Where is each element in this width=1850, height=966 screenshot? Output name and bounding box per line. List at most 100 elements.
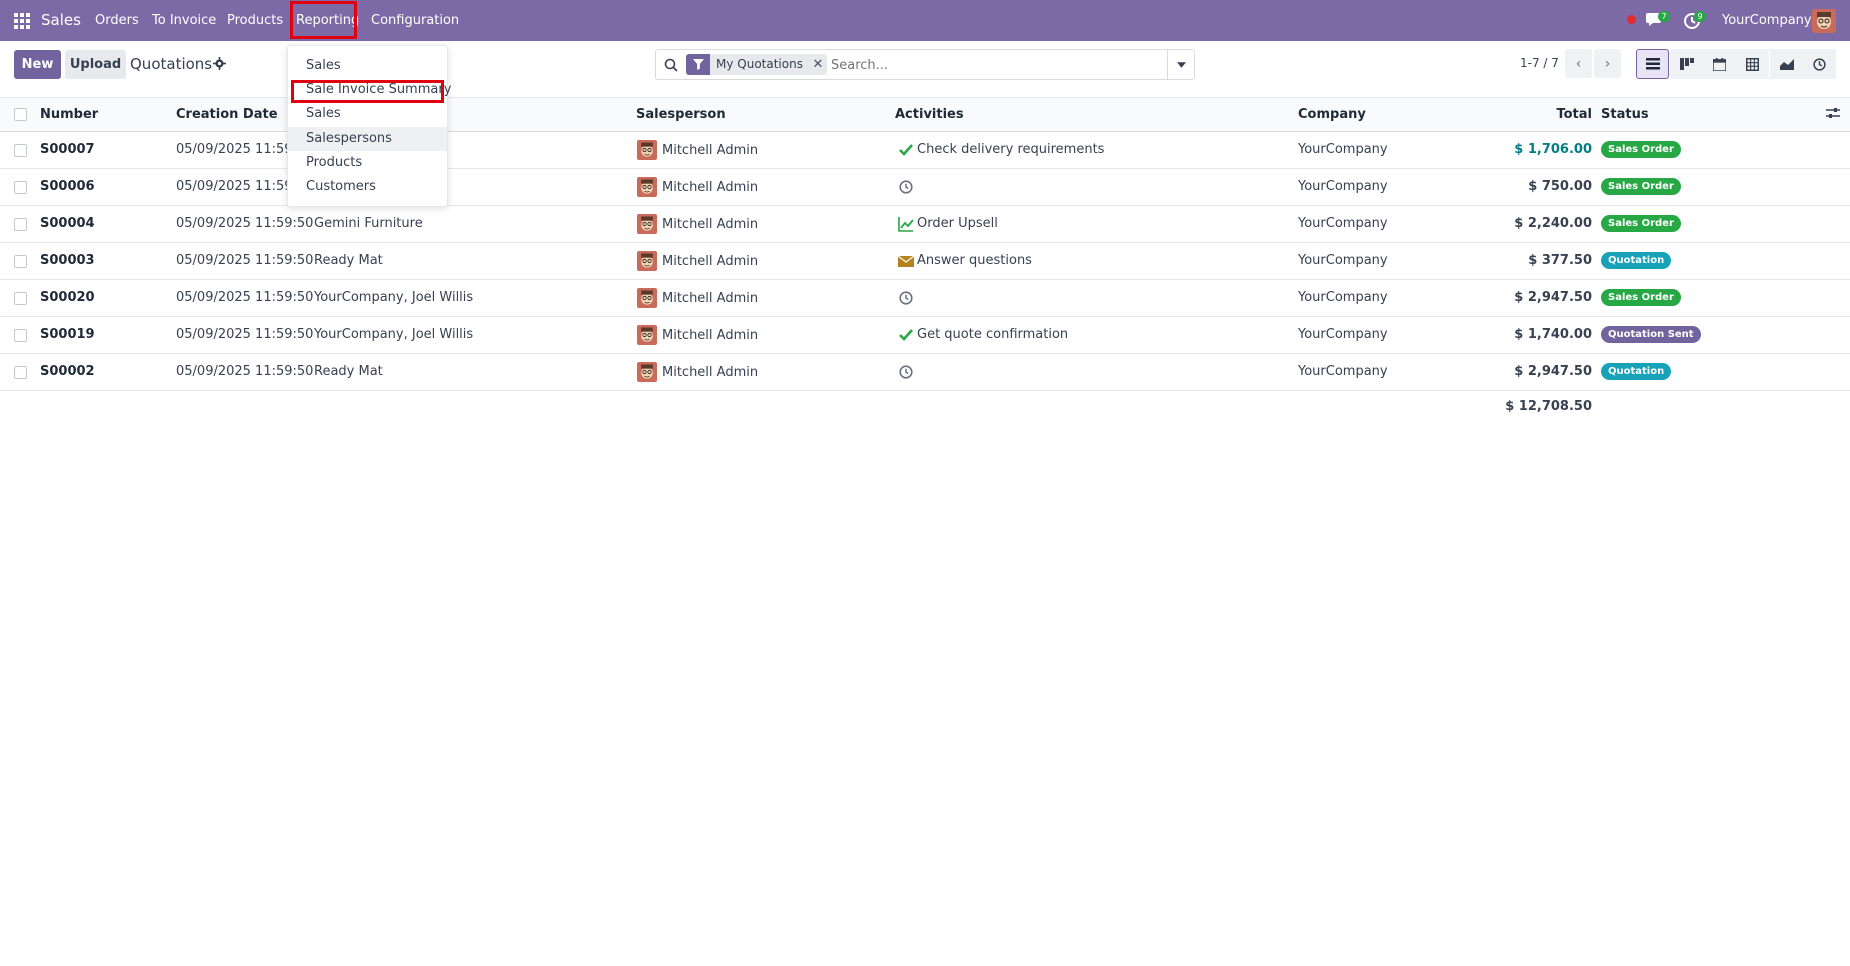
order-number: S00003: [40, 253, 95, 268]
activity-summary: Order Upsell: [917, 216, 998, 231]
table-row[interactable]: S00020 05/09/2025 11:59:50 YourCompany, Jo…: [0, 280, 1850, 317]
search-options-toggle[interactable]: [1167, 50, 1194, 79]
filter-icon: [686, 54, 710, 75]
salesperson-name: Mitchell Admin: [662, 328, 759, 343]
customer-name: Gemini Furniture: [314, 216, 423, 231]
customer-name: Ready Mat: [314, 253, 383, 268]
order-total: $ 750.00: [1528, 179, 1592, 194]
table-header: Number Creation Date Salesperson Activit…: [0, 97, 1850, 132]
company-name: YourCompany: [1298, 364, 1388, 379]
row-checkbox[interactable]: [14, 144, 27, 157]
clock-icon[interactable]: [898, 179, 914, 195]
order-number: S00019: [40, 327, 95, 342]
gear-icon[interactable]: [213, 57, 226, 70]
row-checkbox[interactable]: [14, 255, 27, 268]
nav-configuration[interactable]: Configuration: [371, 13, 459, 28]
activity-summary: Check delivery requirements: [917, 142, 1105, 157]
table-row[interactable]: S00003 05/09/2025 11:59:50 Ready Mat Mitche…: [0, 243, 1850, 280]
salesperson-name: Mitchell Admin: [662, 180, 759, 195]
row-checkbox[interactable]: [14, 292, 27, 305]
status-dot-icon[interactable]: [1627, 15, 1636, 24]
top-navbar: Sales Orders To Invoice Products Reporti…: [0, 0, 1850, 41]
creation-date: 05/09/2025 11:59:50: [176, 364, 314, 379]
order-total: $ 1,706.00: [1514, 142, 1592, 157]
company-name: YourCompany: [1298, 216, 1388, 231]
column-status[interactable]: Status: [1601, 107, 1649, 122]
facet-remove-icon[interactable]: ✕: [809, 54, 827, 75]
row-checkbox[interactable]: [14, 181, 27, 194]
table-row[interactable]: S00019 05/09/2025 11:59:50 YourCompany, Jo…: [0, 317, 1850, 354]
order-number: S00007: [40, 142, 95, 157]
app-name[interactable]: Sales: [41, 11, 81, 29]
dropdown-item-salespersons[interactable]: Salespersons: [288, 127, 447, 151]
grand-total: $ 12,708.50: [1505, 399, 1592, 414]
status-badge: Quotation: [1601, 252, 1672, 269]
order-total: $ 2,947.50: [1514, 290, 1592, 305]
customer-name: YourCompany, Joel Willis: [314, 290, 474, 305]
row-checkbox[interactable]: [14, 329, 27, 342]
new-button[interactable]: New: [14, 50, 61, 79]
chat-count-badge: 7: [1658, 11, 1670, 22]
table-row[interactable]: S00002 05/09/2025 11:59:50 Ready Mat Mitche…: [0, 354, 1850, 391]
creation-date: 05/09/2025 11:59:50: [176, 290, 314, 305]
column-company[interactable]: Company: [1298, 107, 1366, 122]
creation-date: 05/09/2025 11:59:50: [176, 327, 314, 342]
list-view-icon[interactable]: [1636, 49, 1669, 79]
activity-count-badge: 9: [1694, 11, 1706, 22]
envelope-icon[interactable]: [897, 253, 915, 269]
table-row[interactable]: S00004 05/09/2025 11:59:50 Gemini Furnitur…: [0, 206, 1850, 243]
column-total[interactable]: Total: [1470, 107, 1592, 122]
kanban-view-icon[interactable]: [1670, 49, 1703, 79]
reporting-highlight-box: [290, 1, 357, 39]
activity-view-icon[interactable]: [1803, 49, 1836, 79]
search-input[interactable]: [831, 55, 1131, 75]
salesperson-avatar: [637, 362, 657, 382]
salesperson-avatar: [637, 251, 657, 271]
graph-view-icon[interactable]: [1770, 49, 1803, 79]
nav-products[interactable]: Products: [227, 13, 283, 28]
dropdown-item-sales-analysis[interactable]: Sales: [288, 102, 447, 126]
apps-grid-icon[interactable]: [14, 13, 30, 29]
creation-date: 05/09/2025 11:59:50: [176, 253, 314, 268]
pivot-view-icon[interactable]: [1736, 49, 1769, 79]
salesperson-name: Mitchell Admin: [662, 365, 759, 380]
check-icon[interactable]: [898, 142, 914, 158]
status-badge: Sales Order: [1601, 215, 1681, 232]
row-checkbox[interactable]: [14, 218, 27, 231]
pager-next-icon[interactable]: ›: [1594, 49, 1621, 78]
column-creation-date[interactable]: Creation Date: [176, 107, 278, 122]
customer-name: Ready Mat: [314, 364, 383, 379]
dropdown-item-products[interactable]: Products: [288, 151, 447, 175]
dropdown-item-customers[interactable]: Customers: [288, 175, 447, 199]
company-name: YourCompany: [1298, 179, 1388, 194]
nav-to-invoice[interactable]: To Invoice: [152, 13, 216, 28]
column-salesperson[interactable]: Salesperson: [636, 107, 726, 122]
upload-button[interactable]: Upload: [65, 50, 126, 79]
status-badge: Sales Order: [1601, 141, 1681, 158]
company-name: YourCompany: [1298, 253, 1388, 268]
nav-orders[interactable]: Orders: [95, 13, 139, 28]
column-settings-icon[interactable]: [1826, 106, 1840, 120]
chart-line-icon[interactable]: [898, 216, 914, 232]
select-all-checkbox[interactable]: [14, 108, 27, 121]
user-avatar[interactable]: [1812, 9, 1836, 33]
clock-icon[interactable]: [898, 290, 914, 306]
calendar-view-icon[interactable]: [1703, 49, 1736, 79]
column-activities[interactable]: Activities: [895, 107, 964, 122]
row-checkbox[interactable]: [14, 366, 27, 379]
pager-value[interactable]: 1-7 / 7: [1520, 56, 1559, 70]
salesperson-avatar: [637, 325, 657, 345]
company-switcher[interactable]: YourCompany: [1722, 13, 1812, 28]
column-number[interactable]: Number: [40, 107, 98, 122]
check-icon[interactable]: [898, 327, 914, 343]
table-row[interactable]: S00006 05/09/2025 11:59:5 Mitchell Admin Yo…: [0, 169, 1850, 206]
status-badge: Quotation Sent: [1601, 326, 1701, 343]
salesperson-name: Mitchell Admin: [662, 254, 759, 269]
clock-icon[interactable]: [898, 364, 914, 380]
pager-previous-icon[interactable]: ‹: [1565, 49, 1592, 78]
salesperson-avatar: [637, 177, 657, 197]
table-row[interactable]: S00007 05/09/2025 11:59:5 Mitchell Admin Ch…: [0, 132, 1850, 169]
creation-date: 05/09/2025 11:59:5: [176, 142, 306, 157]
caret-down-icon: [1176, 61, 1186, 68]
dropdown-item-sales[interactable]: Sales: [288, 54, 447, 78]
